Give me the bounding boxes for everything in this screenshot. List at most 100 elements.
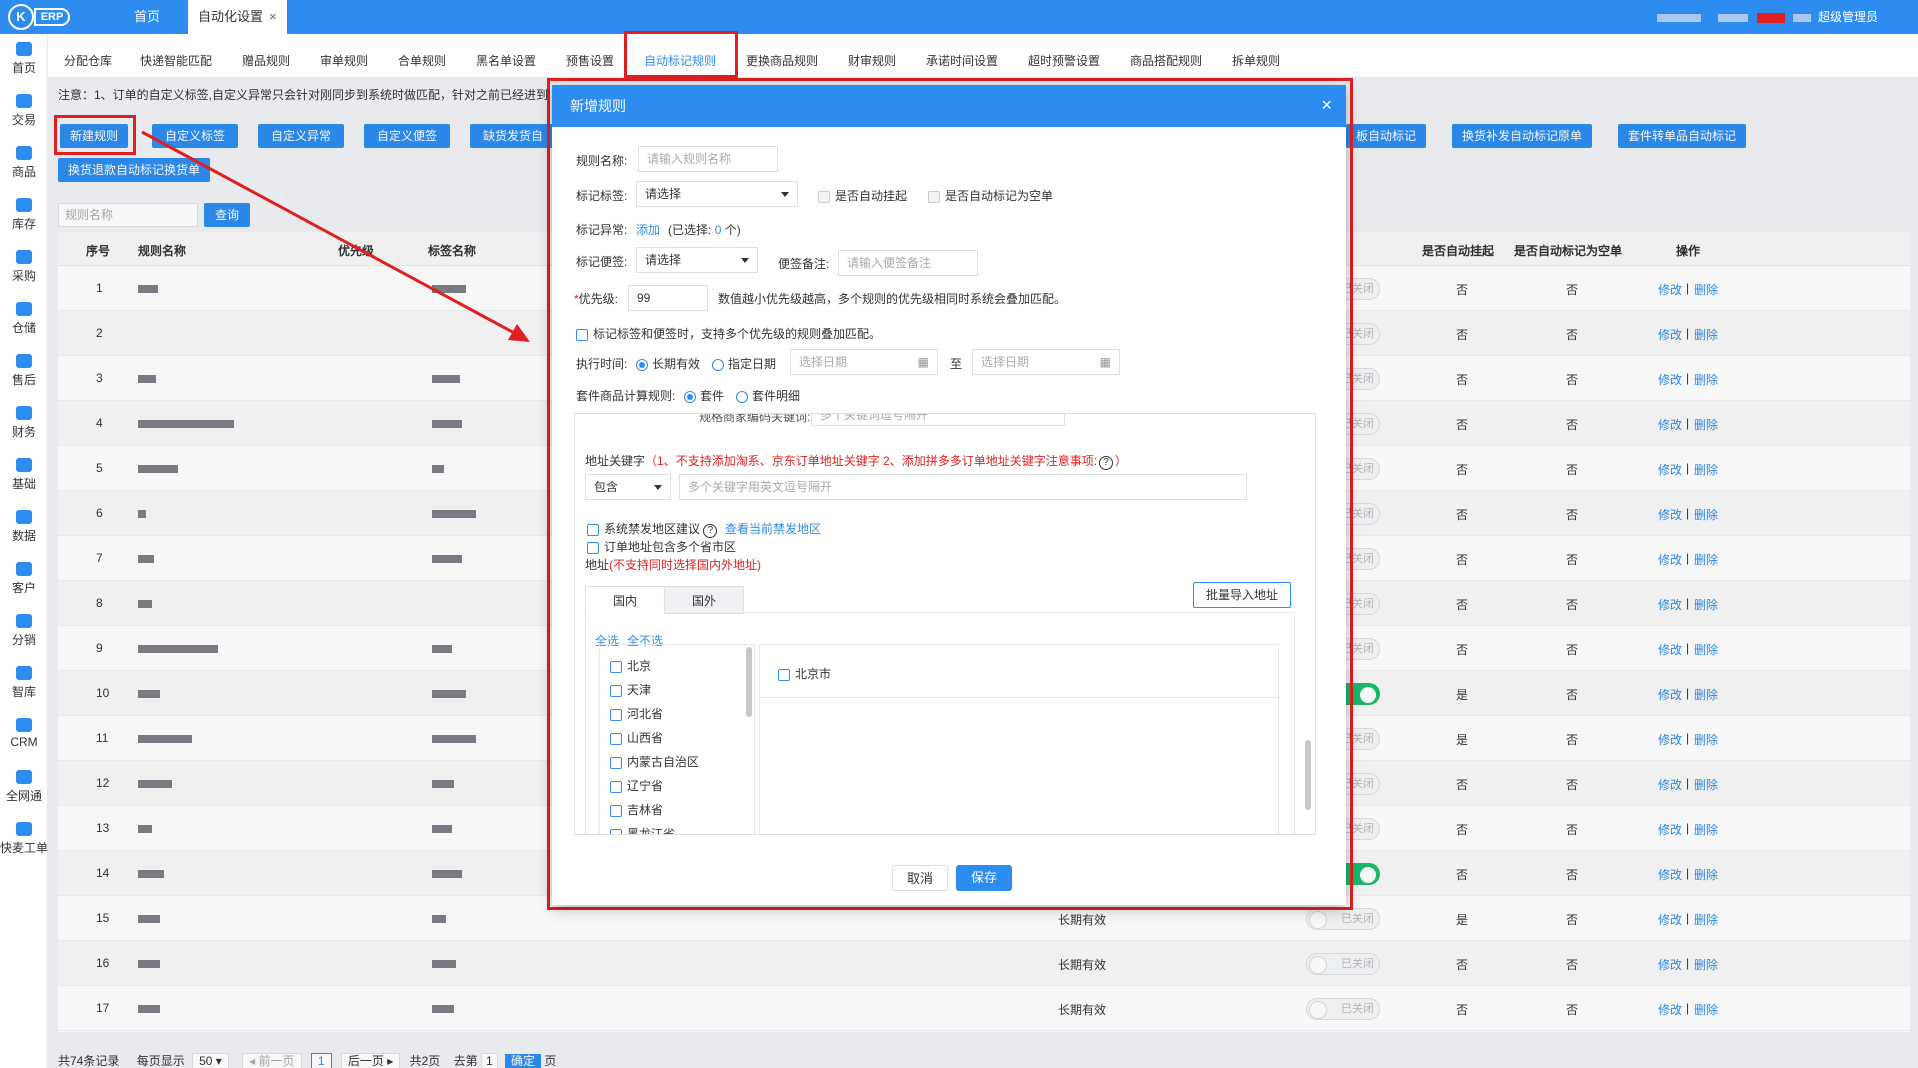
gear-icon [16,458,32,472]
province-checkbox[interactable]: 北京 [610,657,651,674]
tab-presale[interactable]: 预售设置 [556,44,624,78]
network-icon [16,770,32,784]
tab-replace-goods[interactable]: 更换商品规则 [736,44,828,78]
start-date-input[interactable]: 选择日期 ▦ [790,349,938,375]
priority-label-group: *优先级: [574,290,618,307]
note-remark-input[interactable]: 请输入便签备注 [838,250,978,276]
sidebar-item-trade[interactable]: 交易 [0,86,48,136]
sku-keyword-input[interactable]: 多个关键词逗号隔开 [811,414,1065,426]
tag-select[interactable]: 请选择 [636,181,798,207]
tab-allocate-warehouse[interactable]: 分配仓库 [54,44,122,78]
conditions-scroll-panel[interactable]: 规格商家编码关键词: 多个关键词逗号隔开 地址关键字（1、不支持添加淘系、京东订… [574,413,1316,835]
auto-empty-checkbox[interactable]: 是否自动标记为空单 [928,187,1053,204]
exception-selected-count: 0 [714,223,722,237]
sidebar-item-crm[interactable]: CRM [0,710,48,760]
top-tab-automation[interactable]: 自动化设置 × [188,0,287,34]
close-tab-icon[interactable]: × [269,9,277,24]
province-checkbox[interactable]: 吉林省 [610,801,663,818]
tab-review-rule[interactable]: 审单规则 [310,44,378,78]
panel-scrollbar[interactable] [1305,740,1311,810]
tab-blacklist[interactable]: 黑名单设置 [466,44,546,78]
kit-detail-radio[interactable]: 套件明细 [736,387,800,404]
rule-name-label: 规则名称: [576,154,628,168]
tab-finance-review[interactable]: 财审规则 [838,44,906,78]
tab-domestic[interactable]: 国内 [585,586,665,614]
overlay-match-label: 标记标签和便签时，支持多个优先级的规则叠加匹配。 [593,327,882,341]
sidebar-item-goods[interactable]: 商品 [0,138,48,188]
province-checkbox[interactable]: 辽宁省 [610,777,663,794]
save-button[interactable]: 保存 [956,865,1012,891]
province-checkbox[interactable]: 河北省 [610,705,663,722]
sidebar-item-purchase[interactable]: 采购 [0,242,48,292]
multi-province-checkbox[interactable]: 订单地址包含多个省市区 [587,538,736,555]
blurred-text [1656,13,1701,22]
sidebar-item-stock[interactable]: 库存 [0,190,48,240]
sidebar-item-label: 仓储 [11,321,36,335]
user-area[interactable]: 超级管理员 [1656,0,1878,34]
long-term-label: 长期有效 [652,357,701,371]
sidebar-item-label: 库存 [11,217,36,231]
province-label: 天津 [627,683,652,697]
sys-forbidden-checkbox[interactable]: 系统禁发地区建议 ? [587,520,718,538]
start-date-placeholder: 选择日期 [799,355,848,369]
province-checkbox[interactable]: 黑龙江省 [610,825,676,835]
sidebar-item-customer[interactable]: 客户 [0,554,48,604]
checkbox-icon [576,328,588,341]
view-forbidden-link[interactable]: 查看当前禁发地区 [725,520,821,537]
sidebar-item-aftersale[interactable]: 售后 [0,346,48,396]
sidebar-item-ticket[interactable]: 快麦工单 [0,814,48,864]
sidebar-item-home[interactable]: 首页 [0,34,48,84]
batch-import-button[interactable]: 批量导入地址 [1193,582,1291,608]
sidebar-item-basic[interactable]: 基础 [0,450,48,500]
note-select[interactable]: 请选择 [636,247,758,273]
top-tab-home[interactable]: 首页 [124,0,170,34]
province-checkbox[interactable]: 天津 [610,681,651,698]
sidebar-item-warehouse[interactable]: 仓储 [0,294,48,344]
sidebar-item-library[interactable]: 智库 [0,658,48,708]
checkbox-icon [610,756,622,769]
end-date-input[interactable]: 选择日期 ▦ [972,349,1120,375]
contains-select[interactable]: 包含 [585,474,671,500]
tab-express-match[interactable]: 快递智能匹配 [130,44,222,78]
sidebar-item-label: 智库 [11,685,36,699]
sys-forbidden-label: 系统禁发地区建议 [604,522,701,536]
long-term-radio[interactable]: 长期有效 [636,355,700,372]
sidebar-item-distribution[interactable]: 分销 [0,606,48,656]
exception-add-link[interactable]: 添加 [636,221,660,238]
annotation-box-auto-mark-tab [624,31,738,78]
checkbox-icon [818,190,830,203]
sidebar-item-label: 基础 [11,477,36,491]
rule-name-input[interactable]: 请输入规则名称 [638,146,778,172]
tab-promise-time[interactable]: 承诺时间设置 [916,44,1008,78]
tab-foreign[interactable]: 国外 [664,586,744,614]
overlay-match-checkbox[interactable]: 标记标签和便签时，支持多个优先级的规则叠加匹配。 [576,325,881,342]
sidebar-item-data[interactable]: 数据 [0,502,48,552]
sidebar-item-finance[interactable]: 财务 [0,398,48,448]
help-icon[interactable]: ? [1099,456,1114,470]
tab-gift-rule[interactable]: 赠品规则 [232,44,300,78]
tab-split-rule[interactable]: 拆单规则 [1222,44,1290,78]
erp-logo[interactable]: K ERP [8,4,70,30]
checkbox-icon [610,732,622,745]
province-label: 黑龙江省 [627,827,676,835]
kit-radio[interactable]: 套件 [684,387,724,404]
tab-merge-rule[interactable]: 合单规则 [388,44,456,78]
province-list[interactable]: 北京天津河北省山西省内蒙古自治区 辽宁省吉林省黑龙江省 [599,644,755,835]
province-checkbox[interactable]: 内蒙古自治区 [610,753,699,770]
tab-goods-bundle[interactable]: 商品搭配规则 [1120,44,1212,78]
help-icon[interactable]: ? [703,524,718,538]
province-scrollbar[interactable] [746,647,752,717]
province-checkbox[interactable]: 山西省 [610,729,663,746]
address-keyword-input[interactable]: 多个关键字用英文逗号隔开 [679,474,1247,500]
tab-timeout-warning[interactable]: 超时预警设置 [1018,44,1110,78]
city-checkbox-beijing[interactable]: 北京市 [778,665,831,682]
cancel-button[interactable]: 取消 [892,865,948,891]
close-icon[interactable]: × [1321,85,1332,125]
kit-detail-label: 套件明细 [752,389,801,403]
priority-input[interactable]: 99 [628,285,708,311]
mail-icon [16,718,32,732]
auto-hold-checkbox[interactable]: 是否自动挂起 [818,187,907,204]
checkbox-icon [610,828,622,834]
specified-date-radio[interactable]: 指定日期 [712,355,776,372]
sidebar-item-network[interactable]: 全网通 [0,762,48,812]
